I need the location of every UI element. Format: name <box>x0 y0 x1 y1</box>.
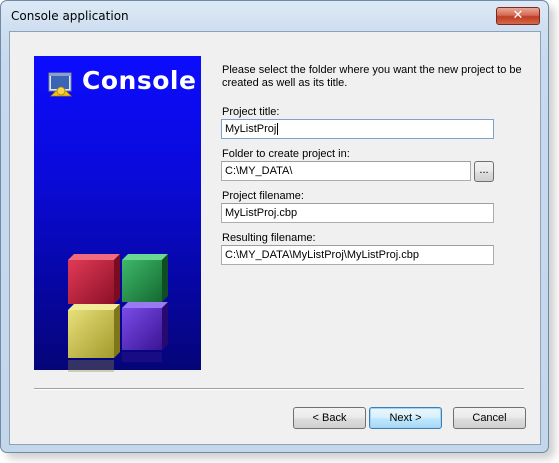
folder-label: Folder to create project in: <box>222 148 350 160</box>
resulting-filename-label: Resulting filename: <box>222 232 316 244</box>
project-filename-input[interactable]: MyListProj.cbp <box>221 203 494 223</box>
folder-input[interactable]: C:\MY_DATA\ <box>221 161 471 181</box>
back-button[interactable]: < Back <box>293 407 366 429</box>
title-bar[interactable]: Console application ✕ <box>1 1 548 31</box>
separator-line <box>34 388 524 390</box>
browse-folder-button[interactable]: ... <box>474 161 494 182</box>
project-title-value: MyListProj <box>225 123 277 135</box>
codeblocks-cubes-logo <box>68 254 168 372</box>
dialog-client-area: Console Please select the folder where y… <box>9 31 541 445</box>
cancel-button[interactable]: Cancel <box>453 407 526 429</box>
window-title: Console application <box>11 9 129 23</box>
project-title-label: Project title: <box>222 106 280 118</box>
project-filename-label: Project filename: <box>222 190 304 202</box>
project-title-input[interactable]: MyListProj <box>221 119 494 139</box>
text-cursor <box>277 123 279 136</box>
console-app-icon <box>48 72 72 97</box>
next-button[interactable]: Next > <box>369 407 442 429</box>
close-button[interactable]: ✕ <box>496 7 540 25</box>
banner-title: Console <box>82 66 197 95</box>
wizard-banner: Console <box>34 56 201 372</box>
dialog-window: Console application ✕ Console Please sel… <box>0 0 549 453</box>
instruction-text: Please select the folder where you want … <box>222 64 522 89</box>
resulting-filename-input[interactable]: C:\MY_DATA\MyListProj\MyListProj.cbp <box>221 245 494 265</box>
